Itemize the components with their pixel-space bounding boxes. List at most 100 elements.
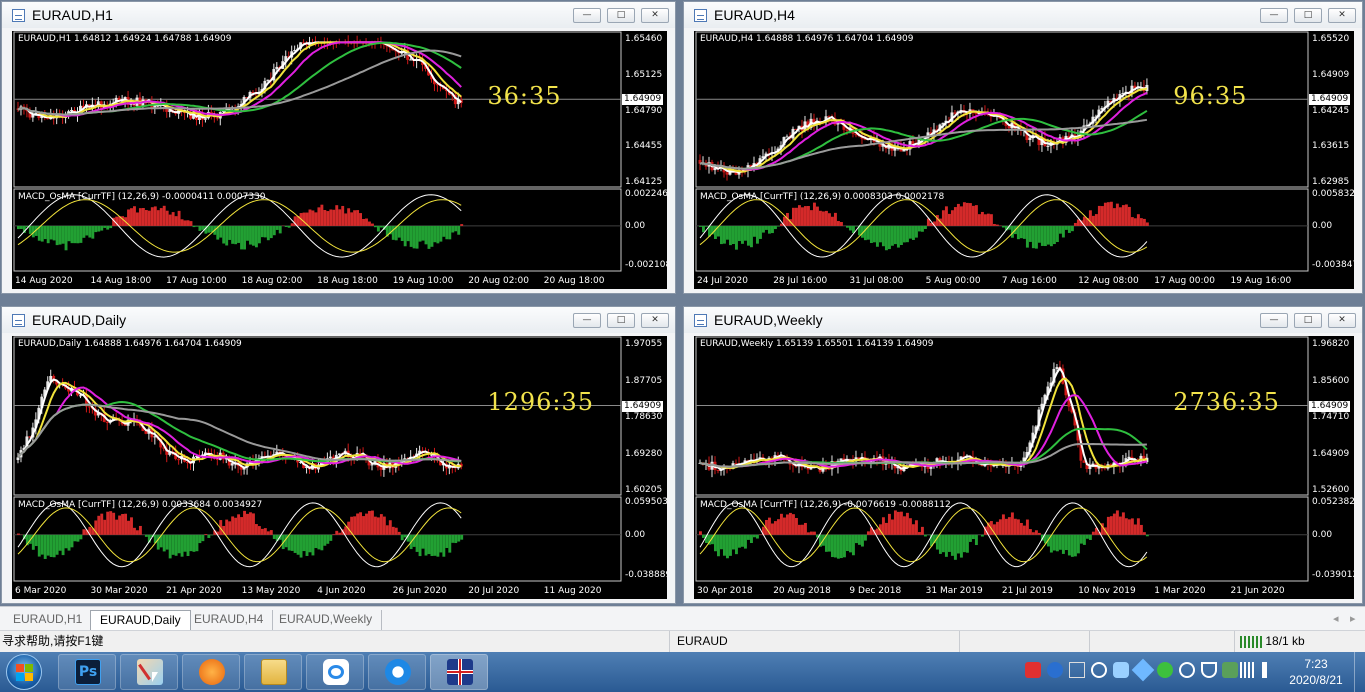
help-tray-icon[interactable] [1047,662,1063,678]
macd-axis-label: 0.00 [1312,529,1333,540]
candle-body [275,66,279,70]
osma-bar [797,524,801,535]
price-axis-label: 1.64909 [1312,448,1350,459]
chart-area[interactable]: EURAUD,H1 1.64812 1.64924 1.64788 1.6490… [12,31,667,289]
osma-bar [725,534,729,559]
chart-area[interactable]: EURAUD,Weekly 1.65139 1.65501 1.64139 1.… [694,336,1354,599]
tab-euraud-h4[interactable]: EURAUD,H4 [185,610,274,630]
chart-window-h1[interactable]: EURAUD,H1 — □ ✕ EURAUD,H1 1.64812 1.6492… [1,1,676,294]
osma-bar [382,516,386,535]
osma-bar [1112,513,1116,535]
baidu-netdisk-taskbar-button[interactable] [306,654,364,690]
signal-bars-icon[interactable] [1240,662,1256,678]
osma-bar [1106,202,1110,226]
osma-bar [373,225,377,228]
candle-body [1007,125,1011,129]
osma-bar [845,534,849,551]
osma-bar [1019,225,1023,239]
show-desktop-button[interactable] [1354,652,1365,692]
time-axis-label: 20 Aug 2018 [773,586,831,596]
close-button[interactable]: ✕ [641,313,669,328]
security-shield-icon[interactable] [1201,662,1217,678]
restore-button[interactable]: □ [607,8,635,23]
restore-button[interactable]: □ [607,313,635,328]
osma-bar [1070,225,1074,232]
osma-bar [1061,225,1065,238]
volume-icon[interactable] [1262,662,1278,678]
restore-button[interactable]: □ [1294,313,1322,328]
osma-bar [809,531,813,535]
chart-window-h4[interactable]: EURAUD,H4 — □ ✕ EURAUD,H4 1.64888 1.6497… [683,1,1363,294]
minimize-button[interactable]: — [1260,8,1288,23]
explorer-taskbar-button[interactable] [244,654,302,690]
osma-bar [314,534,318,549]
minimize-button[interactable]: — [573,8,601,23]
osma-bar [872,225,876,243]
time-axis-label: 11 Aug 2020 [543,586,602,596]
fox-app-taskbar-button[interactable] [182,654,240,690]
chart-window-w1[interactable]: EURAUD,Weekly — □ ✕ EURAUD,Weekly 1.6513… [683,306,1363,604]
osma-bar [830,534,834,558]
osma-bar [1142,218,1146,226]
osma-bar [183,220,187,226]
close-button[interactable]: ✕ [1328,8,1356,23]
window-titlebar[interactable]: EURAUD,H4 — □ ✕ [684,2,1362,28]
osma-bar [40,534,44,555]
qq-tray-icon[interactable] [1179,662,1195,678]
osma-bar [854,534,858,544]
osma-bar [67,225,71,242]
osma-bar [776,519,780,535]
macd-header: MACD_OsMA [CurrTF] (12,26,9) 0.0033684 0… [18,500,263,510]
osma-bar [135,530,139,535]
osma-bar [917,532,921,535]
metatrader-taskbar-button[interactable] [430,654,488,690]
photoshop-taskbar-button[interactable]: Ps [58,654,116,690]
tab-scroll-right-icon[interactable]: ▸ [1350,612,1356,625]
pin-tray-icon[interactable] [1131,658,1155,682]
osma-bar [394,527,398,535]
chart-header-quote: EURAUD,H1 1.64812 1.64924 1.64788 1.6490… [18,34,232,44]
sogou-input-icon[interactable] [1025,662,1041,678]
chart-window-d1[interactable]: EURAUD,Daily — □ ✕ EURAUD,Daily 1.64888 … [1,306,676,604]
osma-bar [254,524,258,535]
clock[interactable]: 7:23 2020/8/21 [1285,656,1347,688]
minimize-button[interactable]: — [573,313,601,328]
osma-bar [1142,532,1146,535]
cloud-tray-icon[interactable] [1113,662,1129,678]
osma-bar [1106,516,1110,535]
bar-countdown-timer: 2736:35 [1173,388,1280,417]
restore-button[interactable]: □ [1294,8,1322,23]
osma-bar [1115,203,1119,226]
tab-euraud-h1[interactable]: EURAUD,H1 [4,610,93,630]
osma-bar [371,510,374,535]
close-button[interactable]: ✕ [641,8,669,23]
time-axis-label: 30 Apr 2018 [697,586,753,596]
antivirus-tray-icon[interactable] [1222,662,1238,678]
window-titlebar[interactable]: EURAUD,H1 — □ ✕ [2,2,675,28]
window-titlebar[interactable]: EURAUD,Weekly — □ ✕ [684,307,1362,333]
osma-bar [49,534,53,557]
osma-bar [109,225,113,229]
osma-bar [55,534,59,555]
osma-bar [1109,516,1113,535]
wechat-tray-icon[interactable] [1157,662,1173,678]
browser-taskbar-button[interactable] [368,654,426,690]
window-titlebar[interactable]: EURAUD,Daily — □ ✕ [2,307,675,333]
start-orb-icon[interactable] [6,654,42,690]
chart-area[interactable]: EURAUD,Daily 1.64888 1.64976 1.64704 1.6… [12,336,667,599]
ma-yellow-line [699,87,1148,173]
tab-euraud-daily[interactable]: EURAUD,Daily [90,610,191,630]
minimize-button[interactable]: — [1260,313,1288,328]
tab-scroll-left-icon[interactable]: ◂ [1333,612,1339,625]
osma-bar [272,225,276,236]
osma-bar [293,534,297,553]
osma-bar [222,225,226,244]
network-adapter-icon[interactable] [1069,662,1085,678]
map-app-taskbar-button[interactable] [120,654,178,690]
sync-tray-icon[interactable] [1091,662,1107,678]
osma-bar [433,225,437,243]
osma-bar [260,528,264,535]
close-button[interactable]: ✕ [1328,313,1356,328]
chart-area[interactable]: EURAUD,H4 1.64888 1.64976 1.64704 1.6490… [694,31,1354,289]
tab-euraud-weekly[interactable]: EURAUD,Weekly [270,610,383,630]
